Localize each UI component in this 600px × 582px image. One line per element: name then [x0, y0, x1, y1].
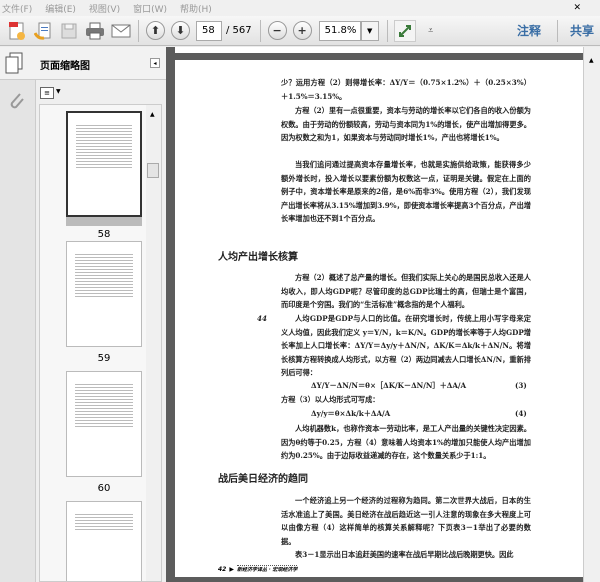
paragraph: 方程（2）概述了总产量的增长。但我们实际上关心的是国民总收入还是人均收入，即人均… [281, 273, 531, 310]
paragraph: 方程（2）里有一点很重要，资本与劳动的增长率以它们各自的收入份额为权数。由于劳动… [281, 106, 531, 143]
toolbar: ⬆ ⬇ 58 / 567 − + 51.8% ▼ ⩡ 注释 共享 [0, 16, 600, 46]
create-pdf-icon[interactable] [6, 20, 28, 42]
page-total: / 567 [226, 25, 252, 36]
page-number-input[interactable]: 58 [196, 20, 222, 41]
previous-page-button[interactable]: ⬆ [146, 21, 165, 40]
panel-header: 页面缩略图 ◂ [0, 47, 166, 80]
thumbnail-selection-bar [66, 217, 142, 226]
previous-page-bottom [175, 47, 583, 53]
zoom-in-button[interactable]: + [292, 21, 312, 40]
menu-help[interactable]: 帮助(H) [180, 2, 212, 15]
paragraph: 人均机器数k，也称作资本一劳动比率，是工人产出量的关键性决定因素。因为θ约等于0… [281, 424, 531, 461]
thumbnail-page-59[interactable] [66, 241, 142, 347]
footer-page-number: 42 [218, 565, 227, 573]
email-icon[interactable] [110, 20, 132, 42]
paragraph: 人均GDP是GDP与人口的比值。在研究增长时，传统上用小写字母来定义人均值，因此… [281, 314, 531, 378]
zoom-out-button[interactable]: − [267, 21, 287, 40]
thumbnail-label: 59 [97, 353, 111, 364]
paragraph: 当我们追问通过提高资本存量增长率，也就是实施供给政策，能获得多少额外增长时，投入… [281, 160, 531, 224]
attachments-icon[interactable] [6, 90, 26, 114]
footer-title: 新经济学译丛 · 宏观经济学 [236, 565, 298, 573]
footer-arrow-icon: ▶ [229, 565, 234, 573]
share-button[interactable]: 共享 [570, 22, 594, 39]
paragraph: 方程（3）以人均形式可写成： [281, 395, 380, 404]
panel-title: 页面缩略图 [40, 61, 90, 72]
section-heading: 战后美日经济的趋同 [218, 474, 308, 485]
thumbnail-scrollbar[interactable]: ▲ [146, 105, 161, 581]
print-icon[interactable] [84, 20, 106, 42]
thumbnail-label: 60 [97, 483, 111, 494]
thumbnail-page-58[interactable] [66, 111, 142, 217]
annotate-button[interactable]: 注释 [517, 22, 541, 39]
equation-3: ΔY/Y－ΔN/N＝θ×［ΔK/K－ΔN/N］＋ΔA/A [311, 381, 467, 390]
fit-page-icon[interactable] [393, 19, 416, 42]
menu-edit[interactable]: 编辑(E) [45, 2, 76, 15]
collapse-panel-button[interactable]: ◂ [150, 58, 160, 68]
scroll-up-icon[interactable]: ▲ [589, 57, 594, 64]
document-view: 少？运用方程（2）则得增长率：ΔY/Y＝（0.75×1.2%）＋（0.25×3%… [166, 47, 583, 582]
scroll-up-icon[interactable]: ▲ [150, 111, 155, 118]
options-dropdown-icon[interactable]: ▼ [56, 88, 61, 95]
menu-view[interactable]: 视图(V) [89, 2, 120, 15]
menu-window[interactable]: 窗口(W) [133, 2, 167, 15]
page-thumbnails-icon[interactable] [5, 52, 23, 78]
zoom-dropdown-icon[interactable]: ▼ [360, 20, 379, 41]
next-page-button[interactable]: ⬇ [171, 21, 190, 40]
section-heading: 人均产出增长核算 [218, 252, 298, 263]
paragraph: 少？运用方程（2）则得增长率：ΔY/Y＝（0.75×1.2%）＋（0.25×3%… [281, 78, 531, 101]
save-icon[interactable] [58, 20, 80, 42]
divider [138, 19, 139, 42]
thumbnail-list: 58 59 60 [39, 104, 162, 582]
equation-number: (3) [515, 381, 527, 390]
page-footer: 42 ▶ 新经济学译丛 · 宏观经济学 [218, 565, 298, 573]
menu-file[interactable]: 文件(F) [2, 2, 32, 15]
document-page: 少？运用方程（2）则得增长率：ΔY/Y＝（0.75×1.2%）＋（0.25×3%… [175, 60, 583, 577]
navigation-rail [0, 47, 36, 582]
equation-4: Δy/y＝θ×Δk/k＋ΔA/A [311, 409, 391, 418]
zoom-input[interactable]: 51.8% [318, 20, 361, 41]
document-scrollbar[interactable]: ▲ [583, 47, 600, 582]
thumbnail-page-61[interactable] [66, 501, 142, 581]
close-icon[interactable]: ✕ [573, 3, 581, 13]
paragraph: 表3－1显示出日本追赶美国的速率在战后早期比战后晚期更快。因此 [295, 550, 514, 559]
thumbnail-page-60[interactable] [66, 371, 142, 477]
divider [259, 19, 261, 42]
divider [556, 19, 558, 42]
divider [386, 19, 388, 42]
paragraph: 一个经济追上另一个经济的过程称为趋同。第二次世界大战后，日本的生活水准追上了美国… [281, 496, 531, 546]
menu-bar: 文件(F) 编辑(E) 视图(V) 窗口(W) 帮助(H) ✕ [0, 0, 600, 16]
equation-number: (4) [515, 409, 527, 418]
combine-files-icon[interactable] [32, 20, 54, 42]
thumbnail-label: 58 [97, 229, 111, 240]
scrollbar-thumb[interactable] [147, 163, 159, 178]
margin-number: 44 [257, 314, 268, 323]
options-menu-icon[interactable]: ≡ [40, 87, 54, 99]
more-tools-icon[interactable]: ⩡ [420, 20, 442, 42]
